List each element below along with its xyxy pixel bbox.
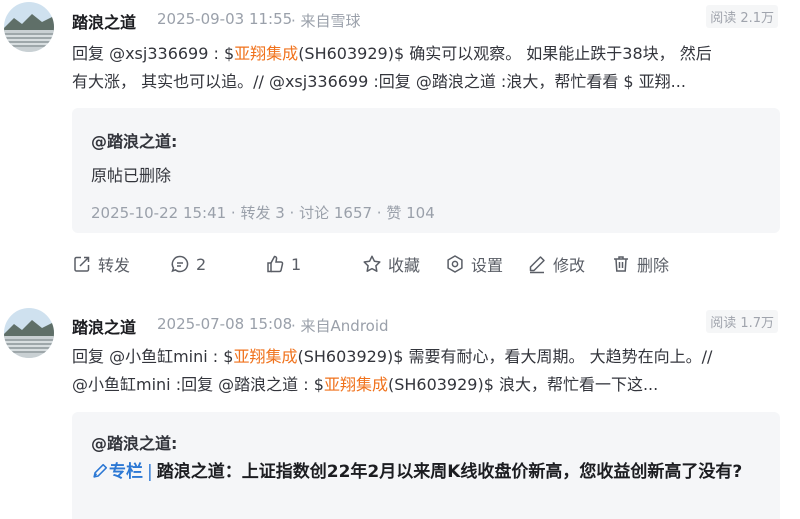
avatar[interactable] — [4, 2, 54, 52]
settings-button[interactable]: 设置 — [445, 250, 503, 278]
post-source: · 来自Android — [291, 317, 389, 335]
post-actions: 转发 2 1 收藏 设置 修改 删除 — [72, 250, 772, 278]
post-2: 踏浪之道 2025-07-08 15:08 · 来自Android 阅读 1.7… — [0, 300, 800, 519]
post-body: 回复 @小鱼缸mini : $亚翔集成(SH603929)$ 需要有耐心，看大周… — [72, 343, 778, 399]
column-title-text[interactable]: 踏浪之道：上证指数创22年2月以来周K线收盘价新高，您收益创新高了没有? — [157, 462, 743, 482]
comment-button[interactable]: 2 — [170, 250, 206, 278]
comment-icon — [171, 255, 189, 273]
post-body: 回复 @xsj336699 : $亚翔集成(SH603929)$ 确实可以观察。… — [72, 40, 778, 96]
avatar-landscape-icon — [4, 308, 54, 358]
column-article-title[interactable]: 专栏 | 踏浪之道：上证指数创22年2月以来周K线收盘价新高，您收益创新高了没有? — [91, 458, 750, 486]
quoted-post[interactable]: @踏浪之道: 专栏 | 踏浪之道：上证指数创22年2月以来周K线收盘价新高，您收益创… — [72, 412, 780, 519]
star-icon — [363, 255, 381, 272]
repost-button[interactable]: 转发 — [72, 250, 130, 278]
quote-text: 原帖已删除 — [91, 166, 172, 185]
post-body-line-1: 回复 @小鱼缸mini : $亚翔集成(SH603929)$ 需要有耐心，看大周… — [72, 347, 713, 366]
post-time[interactable]: 2025-07-08 15:08 — [157, 315, 292, 333]
quote-author[interactable]: @踏浪之道: — [91, 430, 177, 454]
read-count-badge: 阅读 1.7万 — [706, 310, 778, 333]
post-body-line-2[interactable]: @小鱼缸mini :回复 @踏浪之道 : $亚翔集成(SH603929)$ 浪大… — [72, 371, 778, 399]
avatar-landscape-icon — [4, 2, 54, 52]
post-body-line-1: 回复 @xsj336699 : $亚翔集成(SH603929)$ 确实可以观察。… — [72, 44, 712, 63]
favorite-button[interactable]: 收藏 — [362, 250, 420, 278]
stock-link[interactable]: 亚翔集成 — [234, 44, 298, 63]
like-icon — [267, 255, 284, 273]
post-source: · 来自雪球 — [291, 12, 361, 30]
column-tag[interactable]: 专栏 — [109, 462, 143, 482]
column-pen-icon — [93, 463, 108, 478]
quote-meta: 2025-10-22 15:41 · 转发 3 · 讨论 1657 · 赞 10… — [91, 204, 435, 222]
edit-button[interactable]: 修改 — [527, 250, 585, 278]
stock-link[interactable]: 亚翔集成 — [324, 375, 388, 394]
delete-icon — [614, 256, 628, 272]
column-divider: | — [147, 462, 153, 482]
edit-icon — [529, 256, 545, 274]
stock-link[interactable]: 亚翔集成 — [233, 347, 297, 366]
read-count-badge: 阅读 2.1万 — [706, 5, 778, 28]
quoted-post[interactable]: @踏浪之道: 原帖已删除 2025-10-22 15:41 · 转发 3 · 讨… — [72, 108, 780, 233]
post-1: 踏浪之道 2025-09-03 11:55 · 来自雪球 阅读 2.1万 回复 … — [0, 0, 800, 290]
quote-author[interactable]: @踏浪之道: — [91, 128, 177, 152]
repost-icon — [74, 256, 90, 272]
author-name[interactable]: 踏浪之道 — [72, 314, 136, 338]
post-body-line-2[interactable]: 有大涨， 其实也可以追。// @xsj336699 :回复 @踏浪之道 :浪大，… — [72, 68, 778, 96]
avatar[interactable] — [4, 308, 54, 358]
settings-icon — [447, 255, 463, 273]
like-button[interactable]: 1 — [265, 250, 301, 278]
post-time[interactable]: 2025-09-03 11:55 — [157, 10, 292, 28]
author-name[interactable]: 踏浪之道 — [72, 9, 136, 33]
delete-button[interactable]: 删除 — [611, 250, 669, 278]
